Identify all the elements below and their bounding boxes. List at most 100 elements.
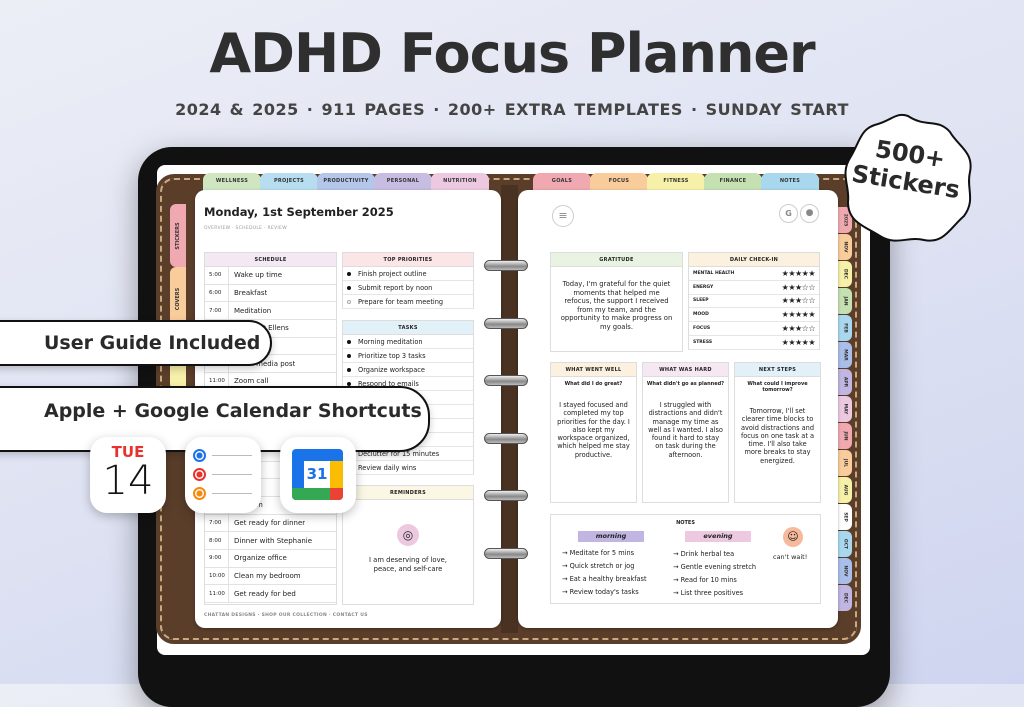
month-tab-jan[interactable]: JAN [837,288,852,314]
star-rating[interactable]: ★★★☆☆ [782,324,816,333]
month-tab-dec[interactable]: DEC [837,261,852,287]
top-tab-notes[interactable]: NOTES [761,173,819,191]
top-tab-wellness[interactable]: WELLNESS [203,173,261,191]
evening-note-item: → Gentle evening stretch [673,563,756,576]
evening-note-item: → Read for 10 mins [673,576,756,589]
priority-item[interactable]: Finish project outline [343,267,473,281]
star-empty-icon[interactable]: ☆ [808,283,815,292]
top-tab-focus[interactable]: FOCUS [590,173,648,191]
month-tab-sep[interactable]: SEP [837,504,852,530]
task-item[interactable]: Review daily wins [343,461,473,475]
star-filled-icon[interactable]: ★ [788,324,795,333]
task-item[interactable]: Organize workspace [343,363,473,377]
schedule-row[interactable]: 9:00 Organize office [205,550,336,568]
schedule-text: Breakfast [234,289,268,298]
schedule-header: SCHEDULE [205,253,336,267]
star-filled-icon[interactable]: ★ [808,338,815,347]
star-rating[interactable]: ★★★☆☆ [782,296,816,305]
bullet-filled-icon[interactable] [347,367,351,372]
star-filled-icon[interactable]: ★ [788,310,795,319]
bullet-filled-icon[interactable] [347,339,351,344]
schedule-row[interactable]: 11:00 Get ready for bed [205,585,336,604]
bullet-filled-icon[interactable] [347,353,351,358]
arrow-right-icon: → [673,550,681,558]
month-tab-label: APR [842,376,847,388]
checkin-label: MENTAL HEALTH [693,270,735,276]
star-filled-icon[interactable]: ★ [788,283,795,292]
bullet-filled-icon[interactable] [347,381,351,386]
month-tab-dec[interactable]: DEC [837,585,852,611]
bullet-filled-icon[interactable] [347,285,351,290]
star-empty-icon[interactable]: ☆ [808,324,815,333]
binder-ring [484,548,528,559]
star-rating[interactable]: ★★★☆☆ [782,283,816,292]
top-tab-projects[interactable]: PROJECTS [260,173,318,191]
top-tab-productivity[interactable]: PRODUCTIVITY [317,173,375,191]
star-filled-icon[interactable]: ★ [808,310,815,319]
star-filled-icon[interactable]: ★ [788,269,795,278]
note-text: Quick stretch or jog [569,562,635,570]
top-tab-fitness[interactable]: FITNESS [647,173,705,191]
task-item[interactable]: Morning meditation [343,335,473,349]
bullet-empty-icon[interactable] [347,299,351,304]
task-item[interactable]: Prioritize top 3 tasks [343,349,473,363]
checkin-row: STRESS ★★★★★ [689,336,819,350]
bullet-filled-icon[interactable] [347,271,351,276]
month-tab-feb[interactable]: FEB [837,315,852,341]
schedule-row[interactable]: 6:00 Breakfast [205,284,336,303]
schedule-row[interactable]: 10:00 Clean my bedroom [205,567,336,586]
star-filled-icon[interactable]: ★ [795,310,802,319]
month-tab-label: DEC [842,268,847,280]
star-filled-icon[interactable]: ★ [795,324,802,333]
star-filled-icon[interactable]: ★ [795,338,802,347]
reminder-line [212,455,252,456]
priority-item[interactable]: Prepare for team meeting [343,295,473,309]
checkin-label: SLEEP [693,298,709,304]
apple-calendar-shortcut-icon[interactable]: ● [800,204,819,223]
top-tab-personal[interactable]: PERSONAL [374,173,432,191]
star-filled-icon[interactable]: ★ [795,269,802,278]
checkin-label: FOCUS [693,326,711,332]
month-tab-mar[interactable]: MAR [837,342,852,368]
star-rating[interactable]: ★★★★★ [782,338,816,347]
menu-icon[interactable]: ≡ [552,205,574,227]
top-tab-nutrition[interactable]: NUTRITION [431,173,489,191]
arrow-right-icon: → [673,563,681,571]
month-tab-aug[interactable]: AUG [837,477,852,503]
google-calendar-shortcut-icon[interactable]: G [779,204,798,223]
month-tab-oct[interactable]: OCT [837,531,852,557]
star-rating[interactable]: ★★★★★ [782,310,816,319]
evening-label: evening [685,531,751,542]
schedule-row[interactable]: 7:00 Meditation [205,302,336,321]
page-nav-links[interactable]: OVERVIEW · SCHEDULE · REVIEW [204,226,287,231]
top-tab-goals[interactable]: GOALS [533,173,591,191]
month-tab-jul[interactable]: JUL [837,450,852,476]
star-filled-icon[interactable]: ★ [788,338,795,347]
schedule-row[interactable]: 5:00 Wake up time [205,267,336,285]
binder-ring [484,375,528,386]
checkin-header: DAILY CHECK-IN [689,253,819,267]
month-tab-apr[interactable]: APR [837,369,852,395]
apple-reminders-app-icon [185,437,261,513]
checkin-row: ENERGY ★★★☆☆ [689,281,819,295]
side-tab-stickers[interactable]: STICKERS [170,204,186,267]
star-empty-icon[interactable]: ☆ [808,296,815,305]
schedule-text: Dinner with Stephanie [234,536,313,545]
star-rating[interactable]: ★★★★★ [782,269,816,278]
month-tab-jun[interactable]: JUN [837,423,852,449]
priority-text: Prepare for team meeting [358,297,444,306]
page-footer-links[interactable]: CHATTAN DESIGNS · SHOP OUR COLLECTION · … [204,613,368,618]
month-tab-may[interactable]: MAY [837,396,852,422]
target-icon: ◎ [397,524,419,546]
month-tab-nov[interactable]: NOV [837,558,852,584]
morning-note-item: → Quick stretch or jog [562,562,647,575]
star-filled-icon[interactable]: ★ [795,296,802,305]
schedule-row[interactable]: 7:00 Get ready for dinner [205,514,336,533]
month-tab-label: DEC [842,592,847,604]
top-tab-finance[interactable]: FINANCE [704,173,762,191]
star-filled-icon[interactable]: ★ [795,283,802,292]
priority-item[interactable]: Submit report by noon [343,281,473,295]
star-filled-icon[interactable]: ★ [788,296,795,305]
schedule-row[interactable]: 8:00 Dinner with Stephanie [205,532,336,550]
star-filled-icon[interactable]: ★ [808,269,815,278]
